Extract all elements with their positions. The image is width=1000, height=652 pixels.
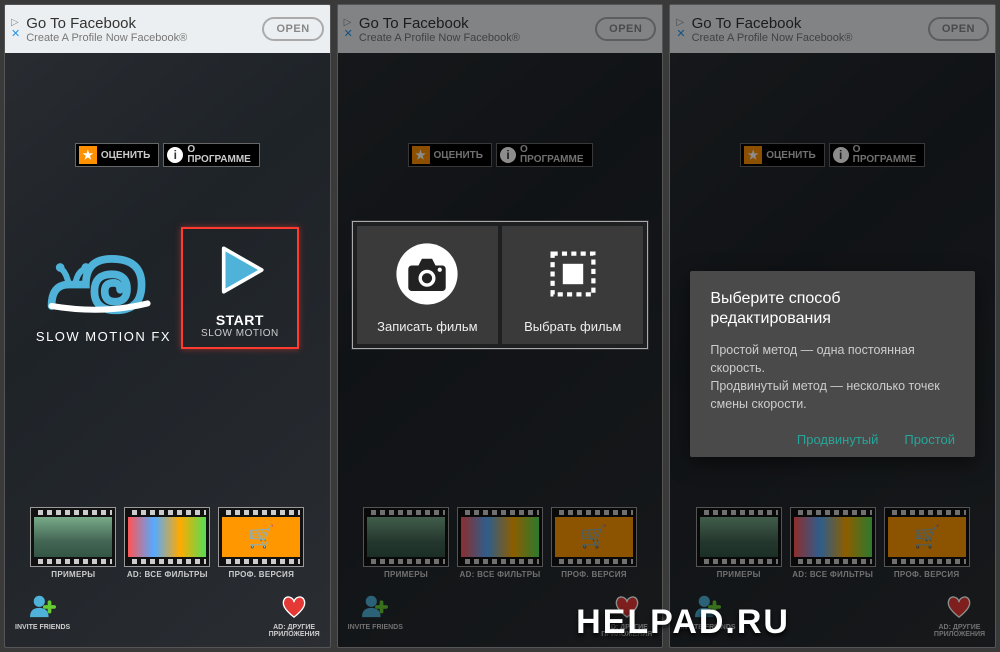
ad-subtitle: Create A Profile Now Facebook® <box>26 32 256 44</box>
play-icon <box>201 241 279 304</box>
rate-label: ОЦЕНИТЬ <box>101 150 150 161</box>
app-logo: SLOW MOTION FX <box>36 232 171 344</box>
screen-1: ▷ ✕ Go To Facebook Create A Profile Now … <box>4 4 331 648</box>
other-apps-button[interactable]: AD: ДРУГИЕ ПРИЛОЖЕНИЯ <box>269 593 320 639</box>
invite-friends-button[interactable]: INVITE FRIENDS <box>348 593 403 639</box>
rate-button[interactable]: ★ОЦЕНИТЬ <box>408 143 492 167</box>
pick-video-button[interactable]: Выбрать фильм <box>502 226 643 344</box>
adchoices[interactable]: ▷ ✕ <box>11 17 20 40</box>
screen-3: ▷✕ Go To Facebook Create A Profile Now F… <box>669 4 996 648</box>
stamp-icon <box>539 240 607 308</box>
invite-friends-button[interactable]: INVITE FRIENDS <box>15 593 70 639</box>
ad-banner[interactable]: ▷ ✕ Go To Facebook Create A Profile Now … <box>5 5 330 53</box>
pick-label: Выбрать фильм <box>508 319 637 334</box>
star-icon: ★ <box>79 146 97 164</box>
other-apps-l2: ПРИЛОЖЕНИЯ <box>269 631 320 638</box>
camera-icon <box>393 240 461 308</box>
ad-banner[interactable]: ▷✕ Go To Facebook Create A Profile Now F… <box>338 5 663 53</box>
film-ad[interactable]: AD: ВСЕ ФИЛЬТРЫ <box>124 507 210 579</box>
choose-source-dialog: Записать фильм Выбрать фильм <box>352 221 649 349</box>
edit-method-dialog: Выберите способ редактирования Простой м… <box>690 271 975 457</box>
simple-button[interactable]: Простой <box>904 432 955 447</box>
logo-text: SLOW MOTION FX <box>36 329 171 344</box>
close-ad-icon[interactable]: ✕ <box>11 28 20 40</box>
about-label-2: ПРОГРАММЕ <box>187 154 251 165</box>
rate-button[interactable]: ★ ОЦЕНИТЬ <box>75 143 159 167</box>
snail-icon <box>43 232 163 320</box>
dialog-body: Простой метод — одна постоянная скорость… <box>710 341 955 414</box>
cart-icon: 🛒 <box>248 524 275 550</box>
film-strip-row: ПРИМЕРЫ AD: ВСЕ ФИЛЬТРЫ 🛒 ПРОФ. ВЕРСИЯ <box>5 507 330 579</box>
record-label: Записать фильм <box>363 319 492 334</box>
start-button[interactable]: START SLOW MOTION <box>181 227 299 349</box>
other-apps-button[interactable]: AD: ДРУГИЕПРИЛОЖЕНИЯ <box>601 593 652 639</box>
adchoices-icon: ▷ <box>11 17 20 28</box>
ad-title: Go To Facebook <box>26 15 256 32</box>
start-label: START <box>201 312 279 328</box>
heart-icon <box>279 593 309 619</box>
other-apps-l1: AD: ДРУГИЕ <box>273 624 315 631</box>
top-buttons: ★ ОЦЕНИТЬ i О ПРОГРАММЕ <box>5 143 330 167</box>
invite-label: INVITE FRIENDS <box>15 624 70 632</box>
ad-text: Go To Facebook Create A Profile Now Face… <box>26 15 256 44</box>
advanced-button[interactable]: Продвинутый <box>797 432 879 447</box>
film-pro-label: ПРОФ. ВЕРСИЯ <box>218 570 304 579</box>
film-ad-label: AD: ВСЕ ФИЛЬТРЫ <box>124 570 210 579</box>
about-button[interactable]: i О ПРОГРАММЕ <box>163 143 260 167</box>
ad-open-button[interactable]: OPEN <box>262 17 323 41</box>
record-video-button[interactable]: Записать фильм <box>357 226 498 344</box>
ad-banner[interactable]: ▷✕ Go To Facebook Create A Profile Now F… <box>670 5 995 53</box>
screen-2: ▷✕ Go To Facebook Create A Profile Now F… <box>337 4 664 648</box>
dialog-title: Выберите способ редактирования <box>710 289 955 329</box>
film-examples[interactable]: ПРИМЕРЫ <box>30 507 116 579</box>
start-sub: SLOW MOTION <box>201 328 279 339</box>
about-button[interactable]: i ОПРОГРАММЕ <box>496 143 593 167</box>
film-examples-label: ПРИМЕРЫ <box>30 570 116 579</box>
film-pro[interactable]: 🛒 ПРОФ. ВЕРСИЯ <box>218 507 304 579</box>
invite-icon <box>28 593 58 619</box>
info-icon: i <box>167 147 183 163</box>
